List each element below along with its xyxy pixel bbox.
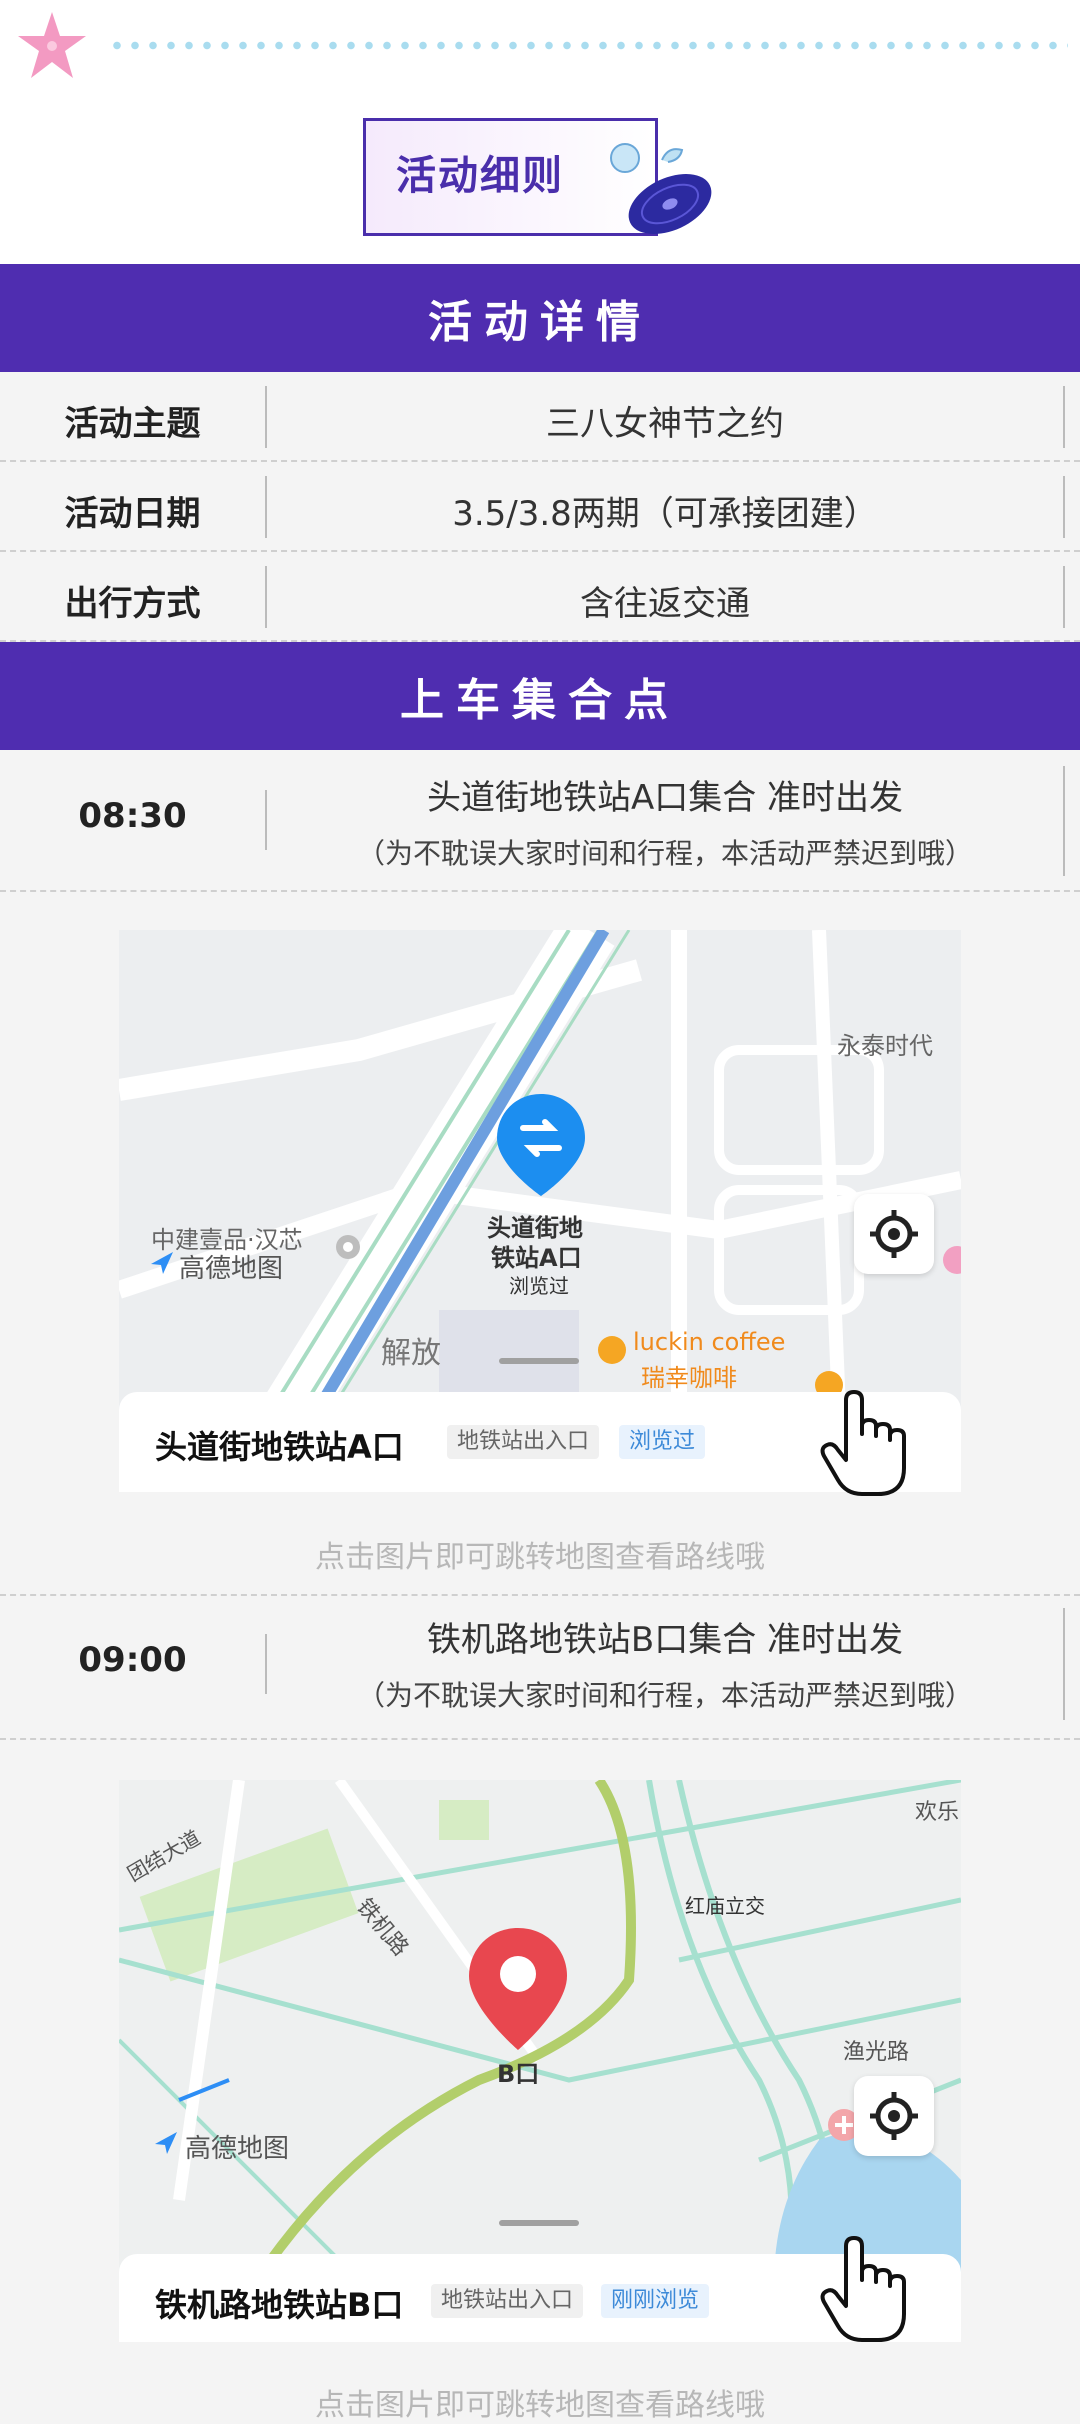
map-pin-sublabel: 浏览过: [509, 1274, 569, 1298]
detail-row-theme: 活动主题 三八女神节之约: [0, 372, 1080, 462]
pickup-row-2: 09:00 铁机路地铁站B口集合 准时出发 （为不耽误大家时间和行程，本活动严禁…: [0, 1594, 1080, 1740]
dotted-divider: [108, 41, 1068, 50]
map-road-label: 欢乐: [915, 1800, 960, 1825]
map-pin-label: B口: [497, 2060, 540, 2088]
pickup-title: 铁机路地铁站B口集合 准时出发: [426, 1620, 904, 1660]
map-road-label: 解放: [381, 1336, 441, 1371]
disc-decoration-icon: [610, 143, 712, 235]
right-border: [1063, 1608, 1065, 1720]
badge-title: 活动细则: [396, 153, 564, 199]
map-poi-label: 永泰时代: [837, 1032, 933, 1060]
map-poi-label: luckin coffee: [633, 1328, 786, 1356]
pointer-hand-icon: [820, 2236, 906, 2342]
map-poi-label: 红庙立交: [685, 1894, 765, 1918]
starfish-icon: [18, 12, 86, 78]
pickup-note: （为不耽误大家时间和行程，本活动严禁迟到哦）: [356, 1679, 973, 1712]
pickup-section-header: 上车集合点: [0, 642, 1080, 750]
map-road-label: 渔光路: [843, 2040, 910, 2065]
subway-pin-icon: [497, 1094, 585, 1196]
map-poi-label: 瑞幸咖啡: [641, 1364, 737, 1392]
crosshair-icon: [870, 1210, 918, 1258]
place-type-tag: 地铁站出入口: [431, 2284, 584, 2318]
crosshair-icon: [870, 2092, 918, 2140]
detail-label: 出行方式: [64, 584, 201, 624]
map-hint: 点击图片即可跳转地图查看路线哦: [315, 1540, 765, 1575]
locate-button[interactable]: [854, 1194, 934, 1274]
amap-logo-icon: [155, 2132, 177, 2154]
map-pin-label: 铁站A口: [491, 1244, 582, 1272]
map-brand-label: 高德地图: [179, 1254, 284, 1284]
right-border: [1063, 566, 1065, 628]
place-type-tag: 地铁站出入口: [447, 1425, 600, 1459]
header-area: 活动细则: [0, 0, 1080, 264]
detail-value: 3.5/3.8两期（可承接团建）: [452, 494, 878, 534]
pointer-hand-icon: [820, 1390, 906, 1496]
detail-value: 三八女神节之约: [546, 404, 784, 444]
place-name: 头道街地铁站A口: [155, 1428, 404, 1466]
pickup-row-1: 08:30 头道街地铁站A口集合 准时出发 （为不耽误大家时间和行程，本活动严禁…: [0, 750, 1080, 892]
pickup-time: 08:30: [78, 796, 187, 836]
pickup-note: （为不耽误大家时间和行程，本活动严禁迟到哦）: [356, 837, 973, 870]
detail-label: 活动主题: [64, 404, 201, 444]
place-name: 铁机路地铁站B口: [155, 2286, 404, 2324]
amap-logo-icon: [151, 1252, 173, 1274]
destination-pin-icon: [469, 1928, 567, 2050]
detail-label: 活动日期: [64, 494, 201, 534]
detail-row-date: 活动日期 3.5/3.8两期（可承接团建）: [0, 462, 1080, 552]
pickup-title: 头道街地铁站A口集合 准时出发: [426, 778, 904, 818]
map-hint: 点击图片即可跳转地图查看路线哦: [315, 2388, 765, 2423]
right-border: [1063, 766, 1065, 876]
map-brand-label: 高德地图: [185, 2134, 290, 2164]
viewed-tag: 浏览过: [619, 1425, 706, 1459]
right-border: [1063, 476, 1065, 538]
right-border: [1063, 386, 1065, 448]
detail-value: 含往返交通: [580, 584, 750, 624]
pickup-time: 09:00: [78, 1640, 187, 1680]
details-section-header: 活动详情: [0, 264, 1080, 372]
detail-row-transport: 出行方式 含往返交通: [0, 552, 1080, 642]
viewed-tag: 刚刚浏览: [601, 2284, 710, 2318]
locate-button[interactable]: [854, 2076, 934, 2156]
